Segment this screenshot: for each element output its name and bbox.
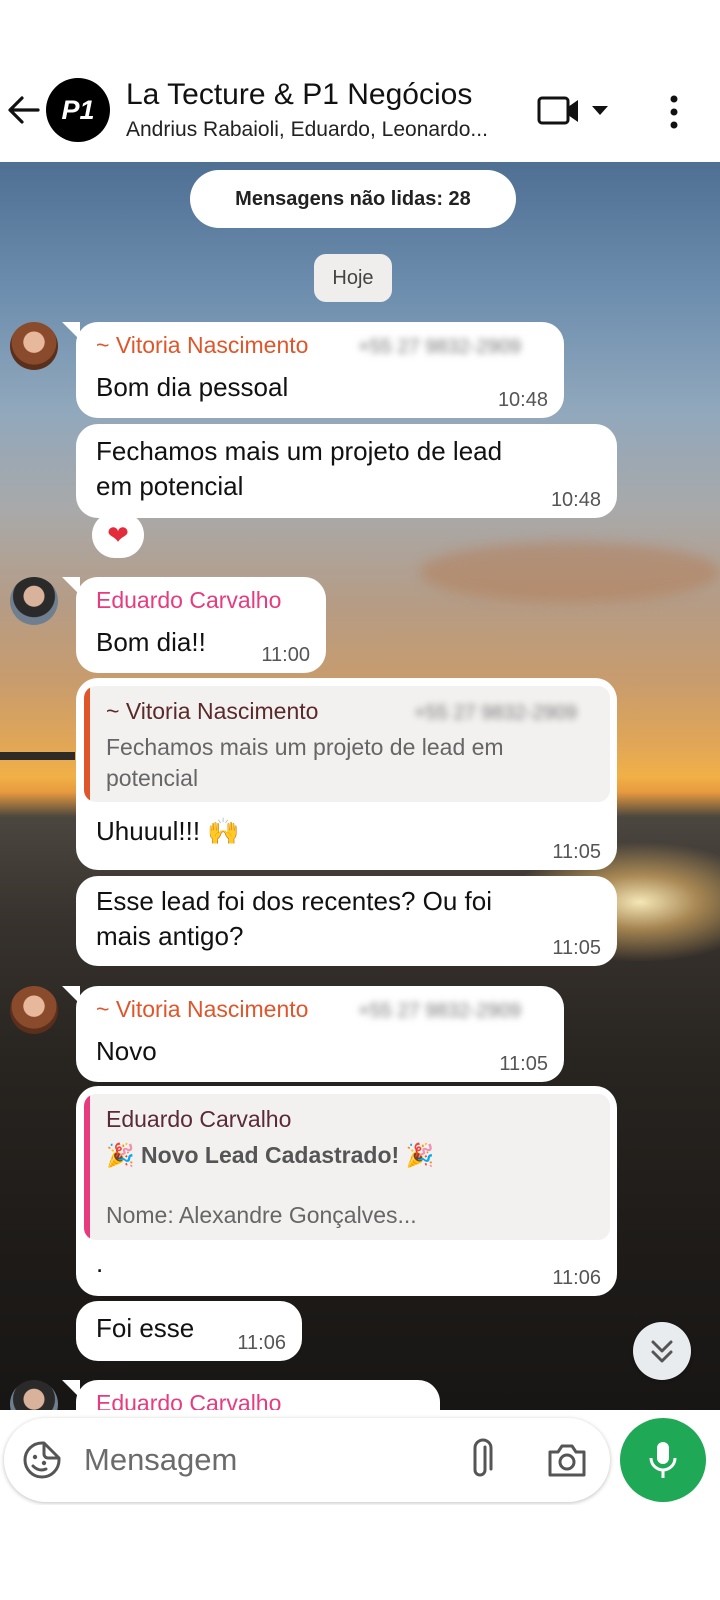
group-avatar-label: P1 (61, 95, 94, 125)
message-sender[interactable]: ~ Vitoria Nascimento (96, 332, 308, 359)
message-time: 11:05 (499, 1053, 548, 1075)
message-bubble[interactable]: Fechamos mais um projeto de lead em pote… (76, 424, 617, 518)
attach-button[interactable] (464, 1438, 498, 1482)
camera-button[interactable] (546, 1440, 588, 1480)
sender-phone: +55 27 9832-2909 (358, 336, 521, 358)
quoted-text-line: potencial (106, 765, 199, 791)
message-bubble[interactable]: Eduardo Carvalho (62, 1380, 440, 1410)
message-time: 10:48 (497, 389, 548, 411)
message-text-line: Esse lead foi dos recentes? Ou foi (96, 886, 493, 916)
message-composer: Mensagem (4, 1418, 610, 1502)
avatar-vitoria[interactable] (10, 986, 58, 1034)
microphone-icon (649, 1442, 677, 1478)
heart-icon: ❤ (107, 520, 129, 550)
message-text: . (96, 1248, 104, 1278)
quoted-text-line: Nome: Alexandre Gonçalves... (106, 1202, 417, 1228)
group-logo: P1 (61, 95, 94, 125)
quoted-phone: +55 27 9832-2909 (414, 702, 577, 724)
arrow-left-icon (8, 96, 40, 124)
chat-participants[interactable]: Andrius Rabaioli, Eduardo, Leonardo... (126, 118, 516, 142)
message-sender[interactable]: Eduardo Carvalho (96, 587, 281, 614)
avatar-eduardo[interactable] (10, 1380, 58, 1410)
message-sender[interactable]: Eduardo Carvalho (96, 1390, 281, 1410)
sender-phone: +55 27 9832-2909 (358, 1000, 521, 1022)
quoted-message[interactable]: ~ Vitoria Nascimento +55 27 9832-2909 Fe… (84, 686, 610, 802)
message-time: 11:05 (552, 937, 601, 959)
message-bubble[interactable]: Foi esse 11:06 (76, 1301, 302, 1361)
unread-banner: Mensagens não lidas: 28 (190, 170, 516, 228)
quoted-sender: Eduardo Carvalho (106, 1106, 292, 1132)
message-time: 11:06 (552, 1267, 601, 1289)
message-time: 11:06 (237, 1332, 286, 1354)
message-text: Bom dia!! (96, 627, 206, 657)
camera-icon (548, 1444, 586, 1477)
heart-reaction[interactable]: ❤ (92, 512, 144, 558)
message-time: 11:05 (552, 841, 601, 863)
message-input[interactable]: Mensagem (84, 1438, 444, 1482)
avatar-eduardo[interactable] (10, 577, 58, 625)
message-text-line: em potencial (96, 471, 244, 501)
quoted-message[interactable]: Eduardo Carvalho 🎉 Novo Lead Cadastrado!… (84, 1094, 610, 1240)
chat-header: P1 La Tecture & P1 Negócios Andrius Raba… (0, 0, 720, 162)
message-time: 10:48 (550, 489, 601, 511)
voice-message-button[interactable] (620, 1418, 706, 1502)
message-bubble[interactable]: ~ Vitoria Nascimento +55 27 9832-2909 No… (62, 986, 564, 1082)
quote-bar (84, 686, 90, 802)
video-call-button[interactable] (536, 94, 616, 128)
reply-message-bubble[interactable]: ~ Vitoria Nascimento +55 27 9832-2909 Fe… (76, 678, 617, 870)
message-text: Novo (96, 1036, 157, 1066)
chevron-double-down-icon (651, 1340, 673, 1363)
paperclip-icon (473, 1438, 493, 1477)
message-bubble[interactable]: Eduardo Carvalho Bom dia!! 11:00 (62, 577, 326, 673)
group-avatar[interactable]: P1 (46, 78, 110, 142)
quoted-title: 🎉 Novo Lead Cadastrado! 🎉 (106, 1142, 435, 1168)
message-text: Foi esse (96, 1313, 195, 1343)
avatar-vitoria[interactable] (10, 322, 58, 370)
reply-message-bubble[interactable]: Eduardo Carvalho 🎉 Novo Lead Cadastrado!… (76, 1086, 617, 1296)
system-nav-area (0, 1505, 720, 1600)
message-sender[interactable]: ~ Vitoria Nascimento (96, 996, 308, 1023)
message-text: Bom dia pessoal (96, 372, 289, 402)
video-camera-icon (537, 96, 608, 125)
chevron-down-icon (592, 106, 608, 115)
sticker-button[interactable] (22, 1440, 62, 1480)
back-button[interactable] (6, 92, 42, 128)
sticker-icon (23, 1441, 61, 1479)
chat-area[interactable]: Mensagens não lidas: 28 Hoje ~ Vitoria N… (0, 162, 720, 1410)
chat-title[interactable]: La Tecture & P1 Negócios (126, 78, 472, 112)
quoted-text-line: Fechamos mais um projeto de lead em (106, 734, 504, 760)
date-divider: Hoje (314, 254, 392, 302)
message-bubble[interactable]: Esse lead foi dos recentes? Ou foi mais … (76, 876, 617, 966)
quoted-sender: ~ Vitoria Nascimento (106, 698, 319, 724)
scroll-to-bottom-button[interactable] (633, 1322, 691, 1380)
more-options-button[interactable] (660, 94, 688, 130)
message-bubble[interactable]: ~ Vitoria Nascimento +55 27 9832-2909 Bo… (62, 322, 564, 418)
message-text-line: Fechamos mais um projeto de lead (96, 436, 503, 466)
message-time: 11:00 (261, 644, 310, 666)
message-text-line: mais antigo? (96, 921, 244, 951)
message-text: Uhuuul!!! 🙌 (96, 816, 240, 846)
quote-bar (84, 1094, 90, 1240)
more-vertical-icon (670, 95, 678, 129)
